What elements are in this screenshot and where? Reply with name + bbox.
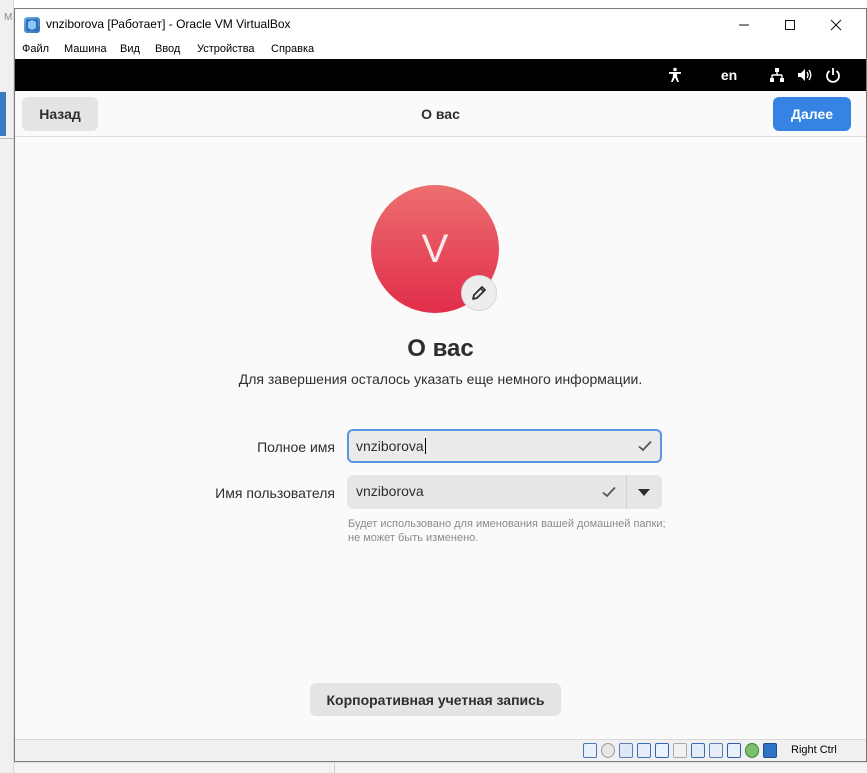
check-icon [638,440,652,452]
host-bottom-strip [14,762,867,773]
menu-file[interactable]: Файл [22,43,49,55]
host-divider [334,763,335,773]
guest-top-bar: en [15,59,866,91]
avatar-edit-button[interactable] [461,275,497,311]
usb-icon[interactable] [655,743,669,758]
minimize-button[interactable] [721,9,767,40]
accessibility-icon[interactable] [663,59,687,91]
network-status-icon[interactable] [637,743,651,758]
menu-help[interactable]: Справка [271,43,314,55]
cpu-activity-icon[interactable] [745,743,759,758]
about-you-page: V О вас Для завершения осталось указать … [15,137,866,739]
language-indicator[interactable]: en [715,59,743,91]
chevron-down-icon[interactable] [637,487,651,497]
audio-icon[interactable] [619,743,633,758]
username-label: Имя пользователя [215,485,335,501]
vbox-status-bar: Right Ctrl [15,739,866,761]
maximize-button[interactable] [767,9,813,40]
username-hint: Будет использовано для именования вашей … [348,518,666,544]
menu-input[interactable]: Ввод [155,43,180,55]
check-icon [602,486,616,498]
menu-view[interactable]: Вид [120,43,140,55]
username-combobox[interactable]: vnziborova [347,475,662,509]
header-title: О вас [421,106,460,122]
window-title: vnziborova [Работает] - Oracle VM Virtua… [46,17,291,31]
menu-devices[interactable]: Устройства [197,43,255,55]
shared-folders-icon[interactable] [673,743,687,758]
host-divider [0,138,14,139]
menu-machine[interactable]: Машина [64,43,107,55]
fullname-input[interactable]: vnziborova [347,429,662,463]
enterprise-login-button[interactable]: Корпоративная учетная запись [310,683,561,716]
hard-disk-icon[interactable] [583,743,597,758]
host-app-icon [0,92,6,136]
host-key-label: Right Ctrl [791,744,837,756]
power-icon[interactable] [821,59,845,91]
network-icon[interactable] [765,59,789,91]
virtualbox-window: vnziborova [Работает] - Oracle VM Virtua… [14,8,867,762]
host-window-letter: M [4,12,13,23]
recording-icon[interactable] [709,743,723,758]
mouse-integration-icon[interactable] [763,743,777,758]
close-button[interactable] [813,9,859,40]
setup-header: Назад О вас Далее [15,91,866,137]
pencil-icon [472,286,486,300]
fullname-value: vnziborova [356,438,426,454]
volume-icon[interactable] [793,59,817,91]
page-heading: О вас [407,335,474,362]
combobox-separator [626,475,627,509]
host-window-edge: M [0,0,14,773]
virtualization-icon[interactable] [727,743,741,758]
display-icon[interactable] [691,743,705,758]
optical-drive-icon[interactable] [601,743,615,758]
next-button[interactable]: Далее [773,97,851,131]
virtualbox-icon [24,17,40,33]
page-subheading: Для завершения осталось указать еще немн… [238,371,643,387]
username-value: vnziborova [356,483,424,499]
title-bar[interactable]: vnziborova [Работает] - Oracle VM Virtua… [15,9,866,40]
menu-bar: Файл Машина Вид Ввод Устройства Справка [15,40,866,59]
fullname-label: Полное имя [257,439,335,455]
